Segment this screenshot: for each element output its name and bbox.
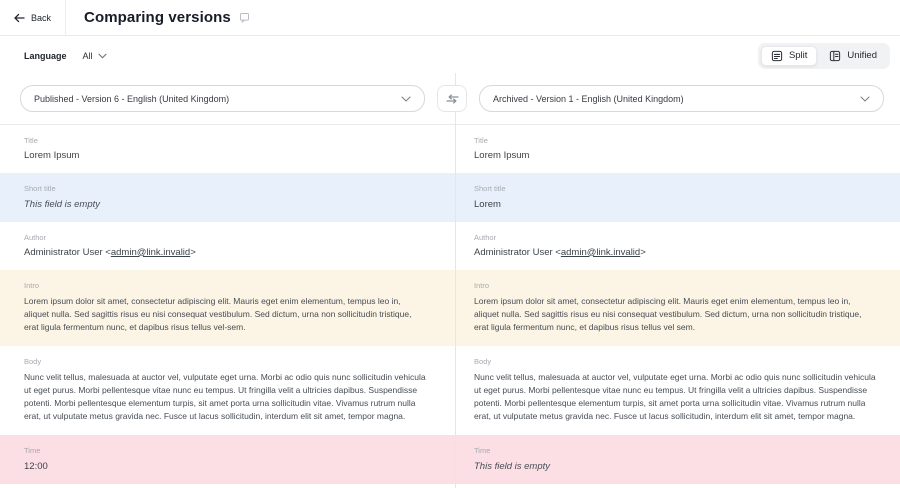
field-label: Intro (474, 282, 876, 290)
comment-icon (239, 12, 250, 23)
field-cell-author-right: Author Administrator User <admin@link.in… (450, 222, 900, 270)
split-view-label: Split (789, 51, 807, 61)
field-value: Lorem Ipsum (24, 150, 426, 161)
chevron-down-icon (98, 53, 107, 59)
field-value: Administrator User <admin@link.invalid> (24, 247, 426, 258)
field-value: Nunc velit tellus, malesuada at auctor v… (474, 371, 876, 423)
field-row-short-title: Short title This field is empty Short ti… (0, 173, 900, 221)
field-value: 12:00 (24, 461, 426, 472)
chevron-down-icon (860, 96, 870, 102)
unified-view-button[interactable]: Unified (819, 46, 887, 66)
bottom-spacer (0, 484, 900, 488)
right-version-select[interactable]: Archived - Version 1 - English (United K… (479, 85, 884, 112)
field-label: Author (24, 234, 426, 242)
right-version-value: Archived - Version 1 - English (United K… (493, 94, 684, 104)
back-arrow-icon (14, 13, 25, 23)
field-cell-short-title-right: Short title Lorem (450, 173, 900, 221)
field-value: Lorem ipsum dolor sit amet, consectetur … (24, 295, 426, 334)
field-value: Lorem ipsum dolor sit amet, consectetur … (474, 295, 876, 334)
field-cell-intro-right: Intro Lorem ipsum dolor sit amet, consec… (450, 270, 900, 346)
field-cell-time-right: Time This field is empty (450, 435, 900, 483)
field-row-title: Title Lorem Ipsum Title Lorem Ipsum (0, 125, 900, 173)
field-value: Lorem (474, 199, 876, 210)
author-suffix: > (190, 247, 196, 258)
field-label: Short title (24, 185, 426, 193)
author-email-link[interactable]: admin@link.invalid (561, 247, 640, 258)
field-label: Body (24, 358, 426, 366)
field-value: Lorem Ipsum (474, 150, 876, 161)
compare-area: Published - Version 6 - English (United … (0, 73, 900, 488)
top-bar: Back Comparing versions (0, 0, 900, 36)
language-group: Language All (24, 49, 109, 63)
language-value: All (83, 51, 93, 61)
unified-view-icon (829, 50, 841, 62)
field-label: Title (474, 137, 876, 145)
topbar-divider (65, 0, 66, 36)
field-comparison-table: Title Lorem Ipsum Title Lorem Ipsum Shor… (0, 124, 900, 484)
back-button[interactable]: Back (0, 0, 65, 35)
field-row-author: Author Administrator User <admin@link.in… (0, 222, 900, 270)
field-row-intro: Intro Lorem ipsum dolor sit amet, consec… (0, 270, 900, 346)
field-value: This field is empty (474, 461, 876, 472)
split-view-button[interactable]: Split (761, 46, 817, 66)
field-label: Body (474, 358, 876, 366)
field-label: Short title (474, 185, 876, 193)
field-value: Nunc velit tellus, malesuada at auctor v… (24, 371, 426, 423)
version-selectors: Published - Version 6 - English (United … (0, 73, 900, 124)
toolbar: Language All Split (0, 36, 900, 73)
view-mode-toggle: Split Unified (758, 43, 890, 69)
left-version-value: Published - Version 6 - English (United … (34, 94, 229, 104)
comparing-versions-page: Back Comparing versions Language All (0, 0, 900, 488)
field-cell-title-right: Title Lorem Ipsum (450, 125, 900, 173)
page-title: Comparing versions (84, 9, 231, 26)
field-row-time: Time 12:00 Time This field is empty (0, 435, 900, 483)
field-cell-intro-left: Intro Lorem ipsum dolor sit amet, consec… (0, 270, 450, 346)
field-cell-time-left: Time 12:00 (0, 435, 450, 483)
field-cell-short-title-left: Short title This field is empty (0, 173, 450, 221)
author-name: Administrator User < (24, 247, 111, 258)
field-cell-author-left: Author Administrator User <admin@link.in… (0, 222, 450, 270)
field-row-body: Body Nunc velit tellus, malesuada at auc… (0, 346, 900, 435)
author-suffix: > (640, 247, 646, 258)
chevron-down-icon (401, 96, 411, 102)
field-label: Time (24, 447, 426, 455)
field-label: Author (474, 234, 876, 242)
field-cell-body-right: Body Nunc velit tellus, malesuada at auc… (450, 346, 900, 435)
field-value: Administrator User <admin@link.invalid> (474, 247, 876, 258)
field-cell-body-left: Body Nunc velit tellus, malesuada at auc… (0, 346, 450, 435)
back-label: Back (31, 13, 51, 23)
author-email-link[interactable]: admin@link.invalid (111, 247, 190, 258)
swap-arrows-icon (446, 94, 459, 104)
language-dropdown[interactable]: All (81, 49, 109, 63)
swap-versions-button[interactable] (437, 85, 467, 112)
unified-view-label: Unified (847, 51, 877, 61)
language-label: Language (24, 51, 67, 61)
left-version-select[interactable]: Published - Version 6 - English (United … (20, 85, 425, 112)
field-label: Intro (24, 282, 426, 290)
field-cell-title-left: Title Lorem Ipsum (0, 125, 450, 173)
author-name: Administrator User < (474, 247, 561, 258)
field-value: This field is empty (24, 199, 426, 210)
field-label: Time (474, 447, 876, 455)
split-view-icon (771, 50, 783, 62)
field-label: Title (24, 137, 426, 145)
